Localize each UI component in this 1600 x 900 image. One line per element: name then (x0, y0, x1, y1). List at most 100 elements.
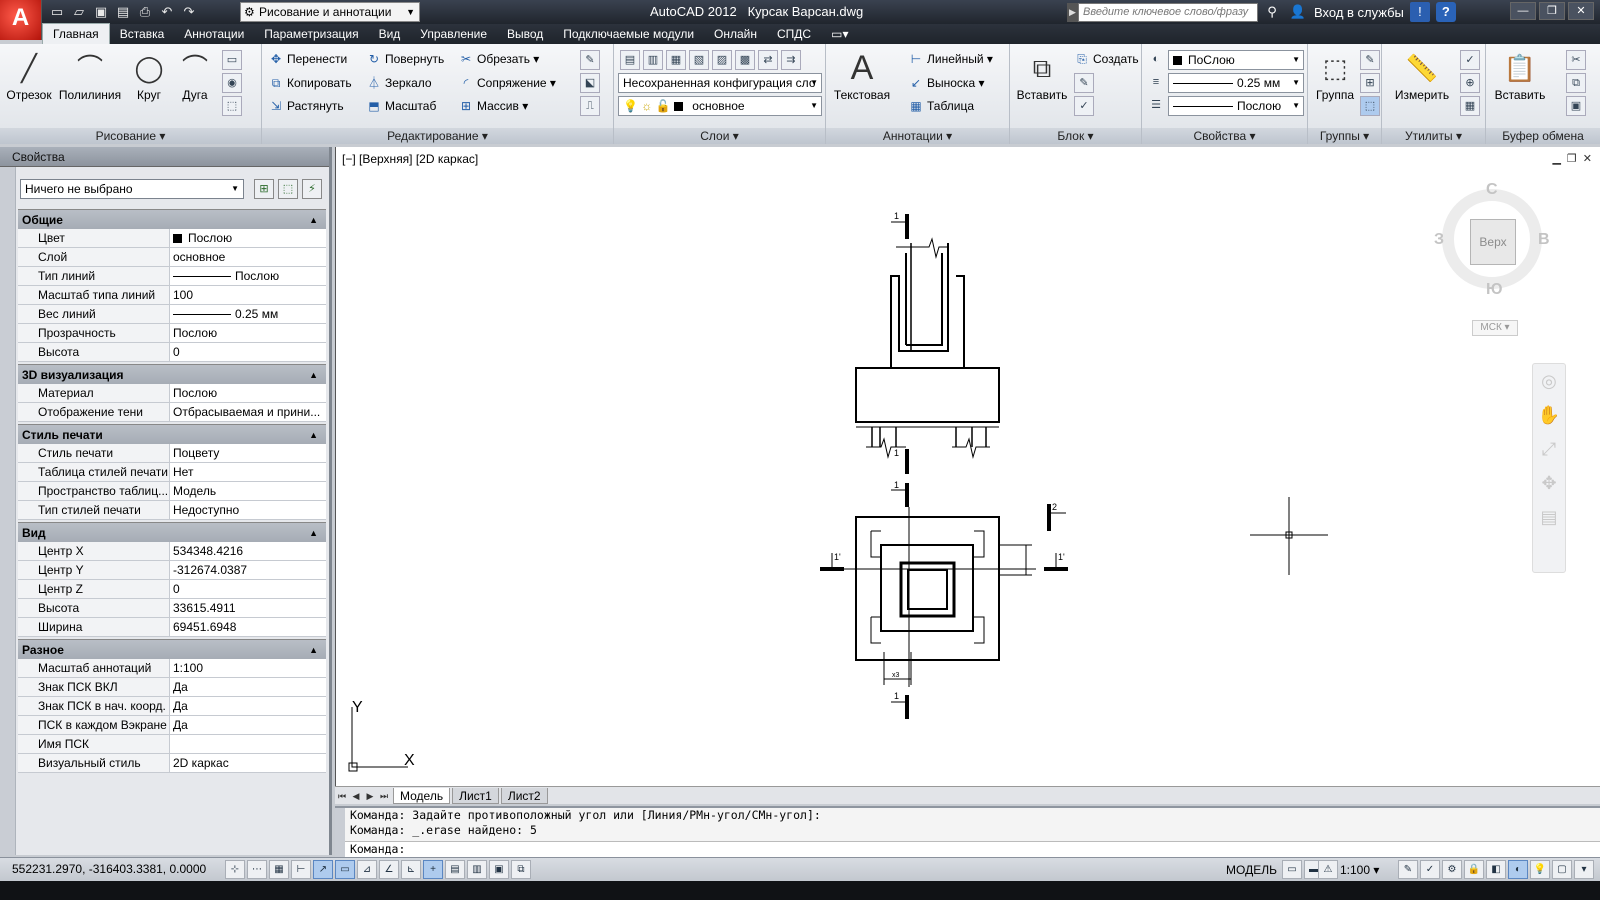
model-space-toggle[interactable]: МОДЕЛЬ (1226, 863, 1277, 877)
saveas-icon[interactable]: ▤ (114, 3, 132, 21)
autoscale-icon[interactable]: ✓ (1420, 860, 1440, 879)
linetype-dropdown[interactable]: Послою ▼ (1168, 96, 1304, 116)
category-general[interactable]: Общие ▲ (18, 209, 326, 229)
infer-constraints-icon[interactable]: ⊹ (225, 860, 245, 879)
annotation-visibility-icon[interactable]: ✎ (1398, 860, 1418, 879)
tab-model[interactable]: Модель (393, 787, 451, 804)
property-row[interactable]: Масштаб аннотаций 1:100 (18, 659, 326, 678)
panel-groups-title[interactable]: Группы ▾ (1308, 128, 1381, 144)
cut-icon[interactable]: ✂ (1566, 50, 1586, 70)
layer-match-icon[interactable]: ⇄ (758, 50, 778, 70)
prev-tab-icon[interactable]: ◀ (349, 789, 363, 803)
text-button[interactable]: A Текстовая (830, 48, 894, 102)
panel-modify-title[interactable]: Редактирование ▾ (262, 128, 613, 144)
group-select-icon[interactable]: ⬚ (1360, 96, 1380, 116)
hatch-icon[interactable]: ◉ (222, 73, 242, 93)
property-row[interactable]: Цвет Послою (18, 229, 326, 248)
ducs-icon[interactable]: ⊾ (401, 860, 421, 879)
property-row[interactable]: Высота 33615.4911 (18, 599, 326, 618)
isolate-objects-icon[interactable]: ◐ (1508, 860, 1528, 879)
next-tab-icon[interactable]: ▶ (363, 789, 377, 803)
panel-block-title[interactable]: Блок ▾ (1010, 128, 1141, 144)
new-icon[interactable]: ▭ (48, 3, 66, 21)
layer-properties-icon[interactable]: ▤ (620, 50, 640, 70)
rectangle-icon[interactable]: ▭ (222, 50, 242, 70)
layer-walk-icon[interactable]: ⇉ (781, 50, 801, 70)
tab-parametric[interactable]: Параметризация (254, 24, 368, 44)
print-icon[interactable]: ⎙ (136, 3, 154, 21)
category-misc[interactable]: Разное ▲ (18, 639, 326, 659)
line-button[interactable]: ╱ Отрезок (4, 48, 54, 102)
color-dropdown[interactable]: ПоСлою ▼ (1168, 50, 1304, 70)
compass-south[interactable]: Ю (1486, 281, 1503, 299)
property-row[interactable]: Таблица стилей печати Нет (18, 463, 326, 482)
offset-icon[interactable]: ⎍ (580, 96, 600, 116)
tab-view[interactable]: Вид (369, 24, 411, 44)
layer-state-icon[interactable]: ▥ (643, 50, 663, 70)
status-menu-icon[interactable]: ▾ (1574, 860, 1594, 879)
search-expand-icon[interactable]: ▶ (1067, 3, 1078, 22)
selection-dropdown[interactable]: Ничего не выбрано ▼ (20, 179, 244, 199)
qp-icon[interactable]: ▣ (489, 860, 509, 879)
toggle-pickadd-icon[interactable]: ⊞ (254, 179, 274, 199)
fillet-button[interactable]: ◜ Сопряжение ▾ (458, 73, 556, 93)
polar-icon[interactable]: ↗ (313, 860, 333, 879)
property-row[interactable]: Масштаб типа линий 100 (18, 286, 326, 305)
measure-button[interactable]: 📏 Измерить (1392, 48, 1452, 102)
tpy-icon[interactable]: ▥ (467, 860, 487, 879)
panel-clipboard-title[interactable]: Буфер обмена (1486, 128, 1600, 144)
calculator-icon[interactable]: ▦ (1460, 96, 1480, 116)
erase-icon[interactable]: ✎ (580, 50, 600, 70)
panel-layers-title[interactable]: Слои ▾ (614, 128, 825, 144)
last-tab-icon[interactable]: ⏭ (377, 789, 391, 803)
otrack-icon[interactable]: ∠ (379, 860, 399, 879)
hardware-accel-icon[interactable]: ◧ (1486, 860, 1506, 879)
application-menu-button[interactable]: A (0, 0, 42, 40)
stretch-button[interactable]: ⇲ Растянуть (268, 96, 344, 116)
tab-home[interactable]: Главная (42, 23, 110, 44)
attribute-icon[interactable]: ✓ (1074, 96, 1094, 116)
minimize-icon[interactable]: — (1510, 2, 1536, 20)
circle-button[interactable]: ◯ Круг (124, 48, 174, 102)
clean-screen-icon[interactable]: ▢ (1552, 860, 1572, 879)
panel-utilities-title[interactable]: Утилиты ▾ (1382, 128, 1485, 144)
ribbon-minimize-icon[interactable]: ▭▾ (821, 24, 858, 44)
region-icon[interactable]: ⬚ (222, 96, 242, 116)
linear-dim-button[interactable]: ⊢ Линейный ▾ (908, 49, 993, 69)
edit-block-icon[interactable]: ✎ (1074, 73, 1094, 93)
dyn-icon[interactable]: + (423, 860, 443, 879)
tab-spds[interactable]: СПДС (767, 24, 821, 44)
first-tab-icon[interactable]: ⏮ (335, 789, 349, 803)
close-icon[interactable]: ✕ (1568, 2, 1594, 20)
viewcube-top-face[interactable]: Верх (1470, 219, 1516, 265)
lineweight-dropdown[interactable]: 0.25 мм ▼ (1168, 73, 1304, 93)
save-icon[interactable]: ▣ (92, 3, 110, 21)
ungroup-icon[interactable]: ✎ (1360, 50, 1380, 70)
command-line-grip[interactable] (335, 808, 345, 857)
property-row[interactable]: Прозрачность Послою (18, 324, 326, 343)
3dosnap-icon[interactable]: ⊿ (357, 860, 377, 879)
workspace-dropdown[interactable]: ⚙ Рисование и аннотации ▼ (240, 2, 420, 22)
tab-layout2[interactable]: Лист2 (500, 787, 548, 804)
sc-icon[interactable]: ⧉ (511, 860, 531, 879)
panel-properties-title[interactable]: Свойства ▾ (1142, 128, 1307, 144)
open-icon[interactable]: ▱ (70, 3, 88, 21)
property-row[interactable]: Отображение тени Отбрасываемая и прини... (18, 403, 326, 422)
tab-output[interactable]: Вывод (497, 24, 553, 44)
copy-button[interactable]: ⧉ Копировать (268, 73, 352, 93)
maximize-icon[interactable]: ❐ (1539, 2, 1565, 20)
tab-online[interactable]: Онлайн (704, 24, 767, 44)
group-edit-icon[interactable]: ⊞ (1360, 73, 1380, 93)
compass-north[interactable]: С (1486, 181, 1498, 199)
properties-title[interactable]: Свойства (0, 147, 329, 167)
binoculars-icon[interactable]: ⚲ (1262, 2, 1282, 22)
layer-lock-icon[interactable]: ▩ (735, 50, 755, 70)
osnap-icon[interactable]: ▭ (335, 860, 355, 879)
showmotion-icon[interactable]: ▤ (1533, 500, 1565, 534)
table-button[interactable]: ▦ Таблица (908, 96, 974, 116)
property-row[interactable]: Стиль печати Поцвету (18, 444, 326, 463)
leader-button[interactable]: ↙ Выноска ▾ (908, 73, 985, 93)
paste-button[interactable]: 📋 Вставить (1490, 48, 1550, 102)
mirror-button[interactable]: ⏃ Зеркало (366, 73, 432, 93)
trim-button[interactable]: ✂ Обрезать ▾ (458, 49, 539, 69)
